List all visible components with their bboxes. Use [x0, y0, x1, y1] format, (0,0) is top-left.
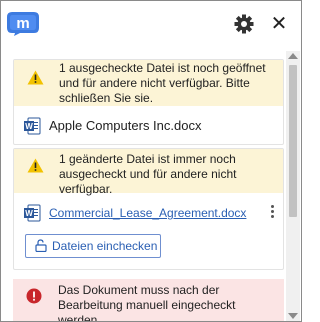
- svg-text:W: W: [25, 209, 33, 218]
- svg-text:W: W: [25, 122, 33, 131]
- warning-banner: 1 ausgecheckte Datei ist noch geöffnet u…: [14, 60, 283, 106]
- warning-icon: [27, 70, 44, 85]
- header: m ✕: [1, 1, 301, 49]
- gear-icon[interactable]: [233, 13, 255, 35]
- more-options-icon[interactable]: [268, 203, 276, 221]
- warning-text: 1 geänderte Datei ist immer noch ausgech…: [59, 152, 237, 196]
- warning-text: 1 ausgecheckte Datei ist noch geöffnet u…: [59, 61, 266, 105]
- checkin-files-button[interactable]: Dateien einchecken: [25, 234, 161, 258]
- warning-icon: [27, 158, 44, 173]
- svg-text:m: m: [16, 15, 29, 32]
- vertical-scrollbar[interactable]: [286, 51, 300, 321]
- file-row[interactable]: W Apple Computers Inc.docx: [14, 106, 283, 144]
- app-window: m ✕ 1 ausgecheckte Datei ist noch geöffn…: [0, 0, 302, 322]
- word-document-icon: W: [24, 117, 41, 135]
- scroll-up-arrow-icon[interactable]: [288, 53, 298, 59]
- m-logo-icon: m: [6, 9, 40, 37]
- open-file-card: 1 ausgecheckte Datei ist noch geöffnet u…: [13, 59, 284, 145]
- close-icon[interactable]: ✕: [267, 12, 291, 36]
- error-banner: Das Dokument muss nach der Bearbeitung m…: [13, 279, 284, 321]
- warning-banner: 1 geänderte Datei ist immer noch ausgech…: [14, 149, 283, 196]
- file-name: Apple Computers Inc.docx: [49, 118, 202, 133]
- error-icon: [26, 288, 42, 304]
- unlock-icon: [35, 239, 47, 252]
- word-document-icon: W: [24, 204, 41, 222]
- error-text: Das Dokument muss nach der Bearbeitung m…: [58, 283, 236, 322]
- scroll-down-arrow-icon[interactable]: [288, 313, 298, 319]
- file-row: W Commercial_Lease_Agreement.docx: [14, 193, 283, 231]
- scroll-thumb[interactable]: [289, 65, 297, 217]
- file-link[interactable]: Commercial_Lease_Agreement.docx: [49, 206, 246, 220]
- checkin-files-label: Dateien einchecken: [52, 239, 158, 253]
- checked-out-card: 1 geänderte Datei ist immer noch ausgech…: [13, 148, 284, 270]
